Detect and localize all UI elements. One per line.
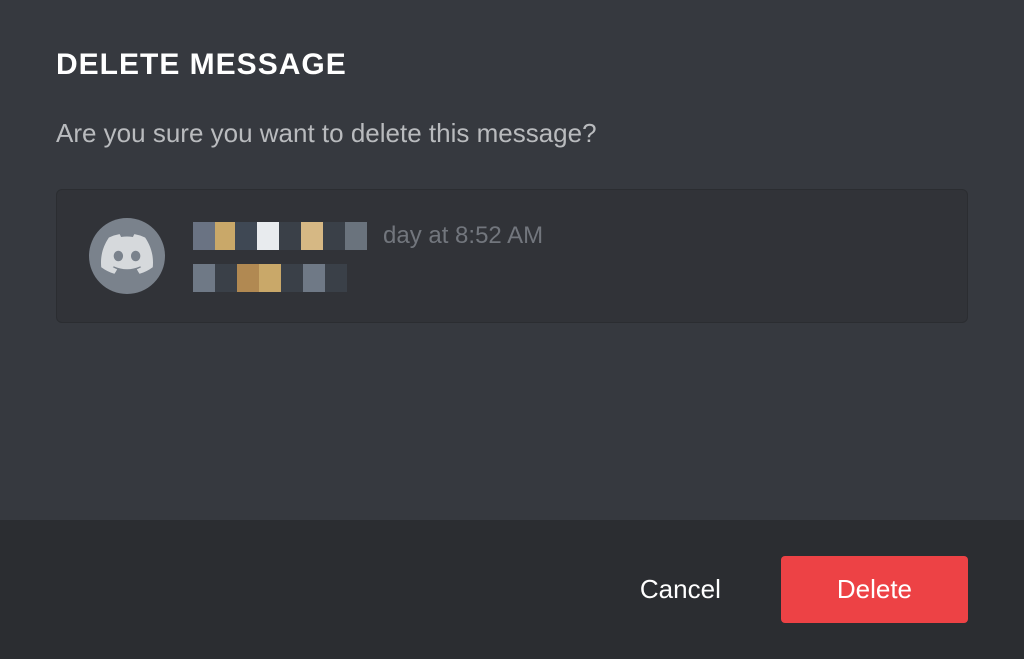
delete-button[interactable]: Delete [781,556,968,623]
cancel-button[interactable]: Cancel [620,562,741,617]
username-pixelated [193,222,367,250]
confirm-text: Are you sure you want to delete this mes… [56,118,968,149]
modal-body: Are you sure you want to delete this mes… [0,98,1024,520]
modal-title: DELETE MESSAGE [56,48,968,82]
message-header-row: day at 8:52 AM [193,222,935,250]
modal-footer: Cancel Delete [0,520,1024,659]
message-content: day at 8:52 AM [193,218,935,292]
discord-icon [101,228,153,285]
modal-header: DELETE MESSAGE [0,0,1024,98]
message-preview: day at 8:52 AM [56,189,968,323]
avatar [89,218,165,294]
message-body-pixelated [193,264,935,292]
delete-message-modal: DELETE MESSAGE Are you sure you want to … [0,0,1024,659]
message-timestamp: day at 8:52 AM [383,222,543,250]
